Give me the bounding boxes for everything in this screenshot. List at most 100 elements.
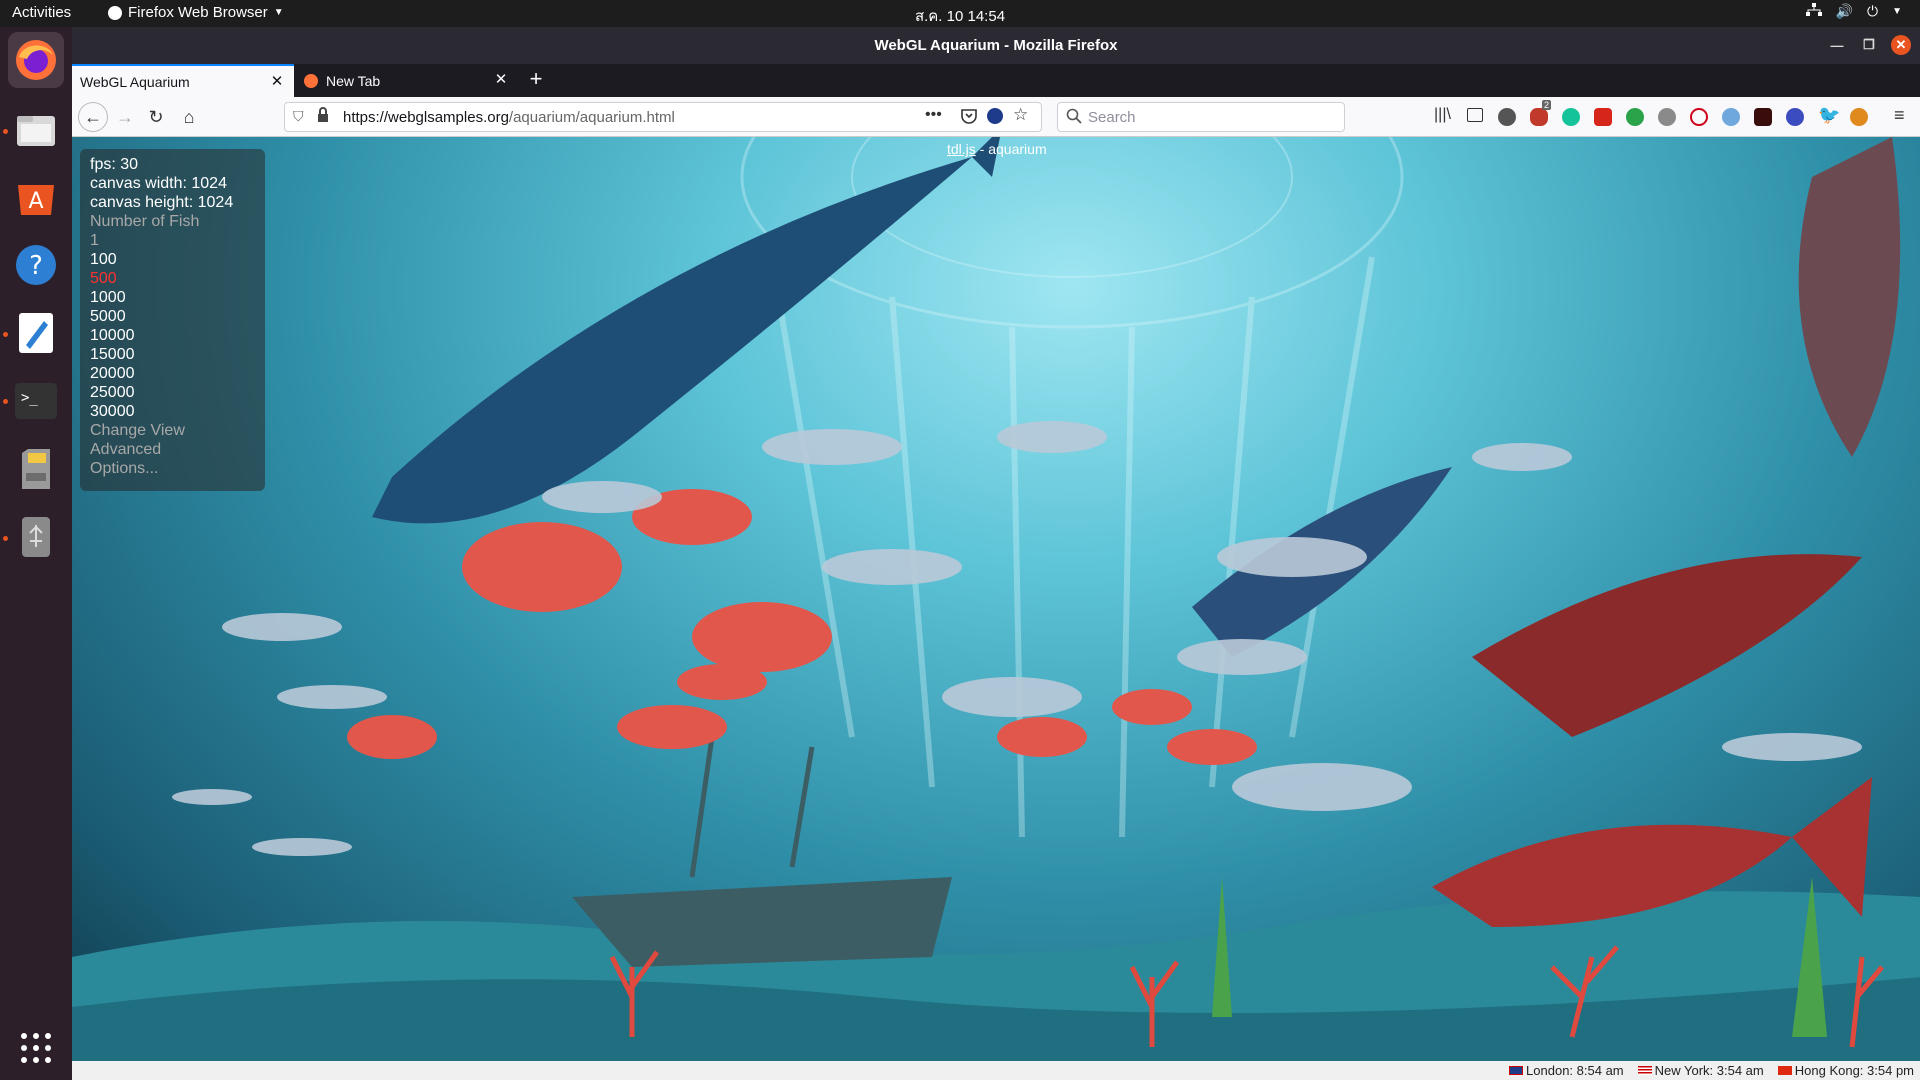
running-indicator bbox=[3, 332, 8, 337]
power-icon: ⏻ bbox=[1867, 3, 1879, 19]
reload-button[interactable]: ↻ bbox=[143, 104, 169, 130]
window-title: WebGL Aquarium - Mozilla Firefox bbox=[874, 37, 1118, 54]
usb-icon bbox=[22, 517, 50, 557]
text-editor-launcher[interactable] bbox=[8, 305, 64, 361]
stats-panel: fps: 30 canvas width: 1024 canvas height… bbox=[80, 149, 265, 491]
block-extension-icon[interactable] bbox=[1690, 108, 1708, 126]
chevron-down-icon: ▼ bbox=[1892, 6, 1902, 17]
ublock-icon[interactable] bbox=[1530, 108, 1548, 126]
maximize-button[interactable]: ❐ bbox=[1859, 35, 1879, 55]
reload-icon: ↻ bbox=[148, 106, 164, 127]
chat-extension-icon[interactable] bbox=[1626, 108, 1644, 126]
close-window-button[interactable]: ✕ bbox=[1891, 35, 1911, 55]
sd-card-launcher[interactable] bbox=[8, 441, 64, 497]
network-icon bbox=[1805, 3, 1822, 20]
aquarium-canvas[interactable]: tdl.js - aquarium fps: 30 canvas width: … bbox=[72, 137, 1920, 1061]
close-tab-icon[interactable]: ✕ bbox=[268, 73, 286, 91]
fish-option-15000[interactable]: 15000 bbox=[90, 345, 265, 364]
fox-extension-icon[interactable] bbox=[1850, 108, 1868, 126]
hamburger-menu-icon[interactable]: ≡ bbox=[1894, 105, 1905, 126]
fish-option-100[interactable]: 100 bbox=[90, 250, 265, 269]
show-applications-button[interactable] bbox=[8, 1020, 64, 1076]
options-button[interactable]: Options... bbox=[90, 459, 265, 478]
account-icon[interactable] bbox=[1498, 108, 1516, 126]
forward-button[interactable]: → bbox=[112, 104, 138, 130]
bookmark-star-icon[interactable]: ☆ bbox=[1013, 105, 1028, 125]
tab-new-tab[interactable]: New Tab ✕ bbox=[296, 64, 518, 97]
svg-text:?: ? bbox=[29, 251, 43, 281]
fish-option-1[interactable]: 1 bbox=[90, 231, 265, 250]
fish-option-30000[interactable]: 30000 bbox=[90, 402, 265, 421]
password-manager-icon[interactable] bbox=[987, 108, 1003, 124]
fish-option-5000[interactable]: 5000 bbox=[90, 307, 265, 326]
ubuntu-dock: A ? >_ bbox=[0, 27, 72, 1080]
running-indicator bbox=[3, 536, 8, 541]
firefox-launcher[interactable] bbox=[8, 32, 64, 88]
tab-label: New Tab bbox=[326, 72, 381, 89]
gnome-top-bar: Activities Firefox Web Browser ▼ ส.ค. 10… bbox=[0, 0, 1920, 27]
fish-option-500[interactable]: 500 bbox=[90, 269, 265, 288]
system-tray[interactable]: 🔊 ⏻ ▼ bbox=[1805, 3, 1902, 20]
help-icon: ? bbox=[16, 245, 56, 285]
running-indicator bbox=[3, 129, 8, 134]
lock-icon[interactable] bbox=[317, 107, 329, 127]
tracking-protection-icon[interactable]: ⛉ bbox=[293, 108, 304, 125]
sidebar-icon[interactable] bbox=[1467, 108, 1483, 122]
library-icon[interactable]: |||\ bbox=[1434, 106, 1451, 124]
minimize-button[interactable]: — bbox=[1827, 35, 1847, 55]
fish-option-10000[interactable]: 10000 bbox=[90, 326, 265, 345]
text-editor-icon bbox=[19, 313, 53, 353]
page-header: tdl.js - aquarium bbox=[947, 141, 1047, 157]
fish-option-20000[interactable]: 20000 bbox=[90, 364, 265, 383]
hongkong-clock: Hong Kong: 3:54 pm bbox=[1777, 1063, 1914, 1078]
pdf-extension-icon[interactable] bbox=[1594, 108, 1612, 126]
new-tab-button[interactable]: + bbox=[524, 68, 548, 92]
status-bar: London: 8:54 am New York: 3:54 am Hong K… bbox=[72, 1061, 1920, 1080]
clock[interactable]: ส.ค. 10 14:54 bbox=[915, 8, 1005, 25]
newyork-clock: New York: 3:54 am bbox=[1637, 1063, 1764, 1078]
url-text: https://webglsamples.org/aquarium/aquari… bbox=[343, 109, 675, 126]
software-store-icon: A bbox=[18, 185, 54, 215]
help-launcher[interactable]: ? bbox=[8, 237, 64, 293]
navigation-toolbar: ← → ↻ ⌂ ⛉ https://webglsamples.org/aquar… bbox=[72, 97, 1920, 137]
firefox-tab-icon bbox=[304, 73, 318, 88]
globe-extension-icon[interactable] bbox=[1658, 108, 1676, 126]
fish-option-25000[interactable]: 25000 bbox=[90, 383, 265, 402]
usb-launcher[interactable] bbox=[8, 509, 64, 565]
terminal-launcher[interactable]: >_ bbox=[8, 373, 64, 429]
close-tab-icon[interactable]: ✕ bbox=[492, 71, 510, 89]
page-actions-icon[interactable]: ••• bbox=[925, 106, 942, 124]
search-input: Search bbox=[1088, 109, 1136, 126]
app-menu-label: Firefox Web Browser bbox=[128, 4, 268, 21]
home-button[interactable]: ⌂ bbox=[176, 104, 202, 130]
hk-flag-icon bbox=[1777, 1066, 1792, 1075]
hongkong-time: Hong Kong: 3:54 pm bbox=[1794, 1063, 1914, 1078]
arrow-right-icon: → bbox=[116, 106, 134, 127]
tdl-link[interactable]: tdl.js bbox=[947, 141, 976, 157]
vpn-extension-icon[interactable] bbox=[1786, 108, 1804, 126]
search-bar[interactable]: Search bbox=[1057, 102, 1345, 132]
pocket-icon[interactable] bbox=[961, 108, 977, 128]
change-view-button[interactable]: Change View bbox=[90, 421, 265, 440]
fish-option-1000[interactable]: 1000 bbox=[90, 288, 265, 307]
sd-card-icon bbox=[22, 449, 50, 489]
advanced-button[interactable]: Advanced bbox=[90, 440, 265, 459]
aquarium-scene bbox=[72, 137, 1920, 1061]
activities-button[interactable]: Activities bbox=[12, 4, 71, 21]
tab-webgl-aquarium[interactable]: WebGL Aquarium ✕ bbox=[72, 64, 294, 97]
firefox-icon bbox=[16, 40, 56, 80]
fish-count-heading: Number of Fish bbox=[90, 213, 200, 230]
files-launcher[interactable] bbox=[8, 102, 64, 158]
dark-extension-icon[interactable] bbox=[1754, 108, 1772, 126]
software-launcher[interactable]: A bbox=[8, 169, 64, 225]
link-extension-icon[interactable] bbox=[1722, 108, 1740, 126]
back-button[interactable]: ← bbox=[78, 102, 108, 132]
search-icon bbox=[1066, 108, 1082, 128]
volume-icon: 🔊 bbox=[1835, 3, 1854, 19]
app-menu[interactable]: Firefox Web Browser ▼ bbox=[108, 4, 284, 21]
grammarly-icon[interactable] bbox=[1562, 108, 1580, 126]
url-path: /aquarium/aquarium.html bbox=[508, 109, 675, 126]
url-bar[interactable]: ⛉ https://webglsamples.org/aquarium/aqua… bbox=[284, 102, 1042, 132]
tab-strip: WebGL Aquarium ✕ New Tab ✕ + bbox=[72, 64, 1920, 97]
twitter-icon[interactable]: 🐦 bbox=[1818, 105, 1840, 126]
